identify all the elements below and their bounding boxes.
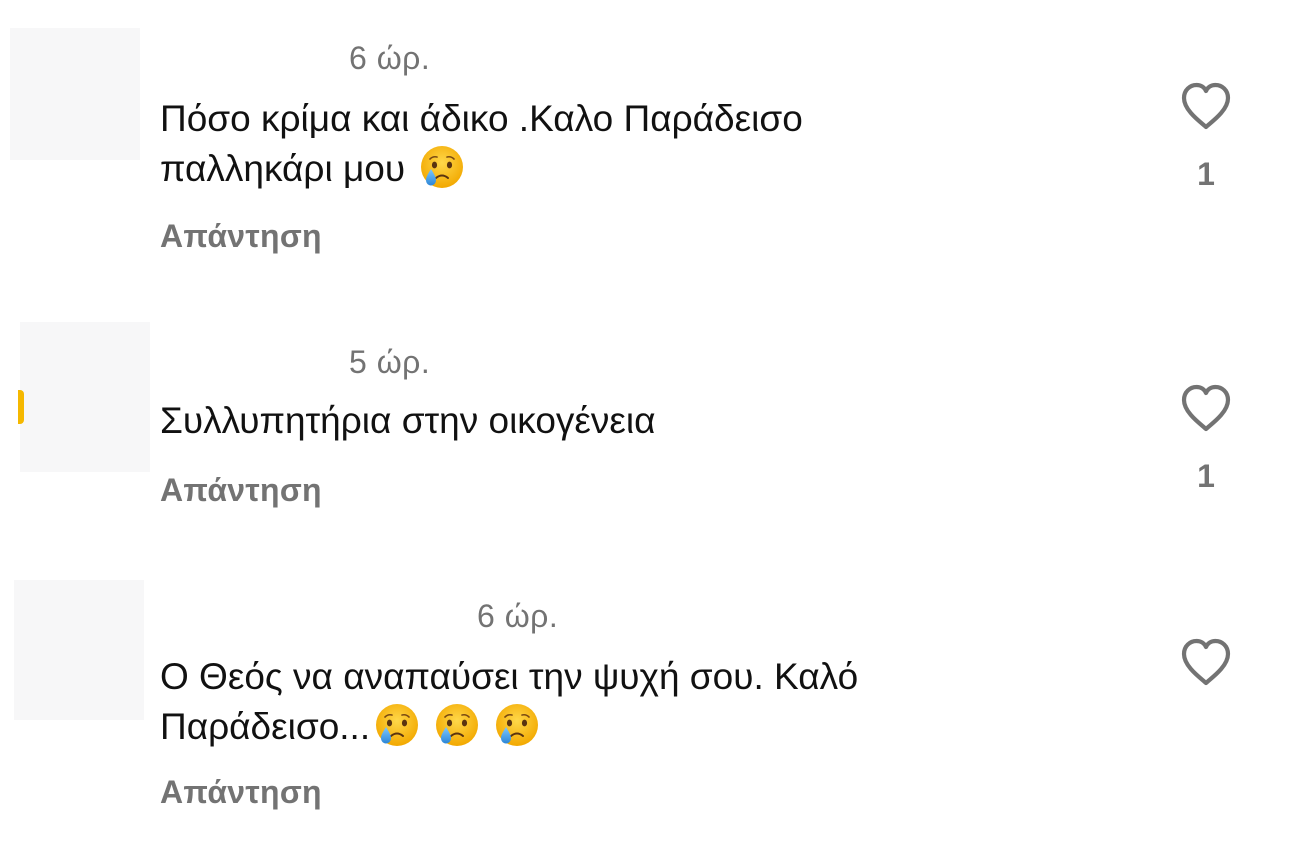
comment-text: Συλλυπητήρια στην οικογένεια	[160, 396, 1020, 446]
heart-outline-icon[interactable]	[1178, 80, 1234, 132]
heart-outline-icon[interactable]	[1178, 636, 1234, 688]
avatar-placeholder[interactable]	[20, 322, 150, 472]
comment-text-fragment: Παράδεισο...	[160, 706, 371, 747]
comment-text: Πόσο κρίμα και άδικο .Καλο Παράδεισο παλ…	[160, 94, 1020, 194]
like-count: 1	[1197, 156, 1215, 192]
reply-button[interactable]: Απάντηση	[160, 218, 322, 255]
crying-face-icon	[494, 702, 540, 748]
comment-text-line-with-emoji: παλληκάρι μου	[160, 144, 1020, 194]
comment-text-fragment: παλληκάρι μου	[160, 148, 406, 189]
comment-text-line: Ο Θεός να αναπαύσει την ψυχή σου. Καλό	[160, 656, 859, 697]
reply-button[interactable]: Απάντηση	[160, 774, 322, 811]
comment-time: 6 ώρ.	[349, 40, 431, 76]
crying-face-icon	[374, 702, 420, 748]
crying-face-icon	[419, 144, 465, 190]
reply-button[interactable]: Απάντηση	[160, 472, 322, 509]
crying-face-icon	[434, 702, 480, 748]
heart-outline-icon[interactable]	[1178, 382, 1234, 434]
comment-text-line-with-emoji: Παράδεισο...	[160, 702, 1020, 752]
avatar-placeholder[interactable]	[14, 580, 144, 720]
comment-time: 5 ώρ.	[349, 344, 431, 380]
comment-text-line: Πόσο κρίμα και άδικο .Καλο Παράδεισο	[160, 98, 803, 139]
comment-text: Ο Θεός να αναπαύσει την ψυχή σου. Καλό Π…	[160, 652, 1020, 752]
like-count: 1	[1197, 458, 1215, 494]
avatar-placeholder[interactable]	[10, 28, 140, 160]
avatar-story-ring	[18, 390, 24, 424]
comment-text-line: Συλλυπητήρια στην οικογένεια	[160, 400, 656, 441]
comment-time: 6 ώρ.	[477, 598, 559, 634]
